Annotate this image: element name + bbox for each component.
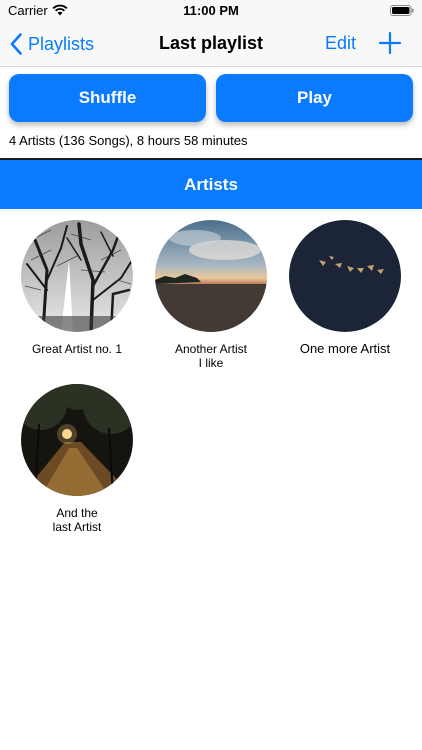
artist-name: Great Artist no. 1 — [31, 342, 123, 356]
status-bar: Carrier 11:00 PM — [0, 0, 422, 22]
artist-image — [155, 220, 267, 332]
plus-icon[interactable] — [378, 31, 402, 55]
edit-button[interactable]: Edit — [325, 33, 356, 54]
artist-name: Another Artist I like — [174, 342, 248, 370]
artist-image — [21, 220, 133, 332]
artist-image — [289, 220, 401, 332]
artist-item[interactable]: Another Artist I like — [144, 220, 278, 370]
shuffle-button[interactable]: Shuffle — [9, 74, 206, 122]
artist-name: And the last Artist — [52, 506, 102, 534]
artist-item[interactable]: One more Artist — [278, 220, 412, 356]
play-button[interactable]: Play — [216, 74, 413, 122]
artist-image — [21, 384, 133, 496]
section-header-artists: Artists — [0, 158, 422, 209]
artist-item[interactable]: And the last Artist — [10, 384, 144, 534]
battery-icon — [390, 5, 414, 16]
artist-name: One more Artist — [299, 341, 391, 356]
playlist-summary: 4 Artists (136 Songs), 8 hours 58 minute… — [9, 133, 248, 148]
clock: 11:00 PM — [183, 3, 239, 18]
page-title: Last playlist — [158, 33, 264, 53]
navigation-bar: Playlists Last playlist Edit — [0, 22, 422, 67]
artist-item[interactable]: Great Artist no. 1 — [10, 220, 144, 356]
